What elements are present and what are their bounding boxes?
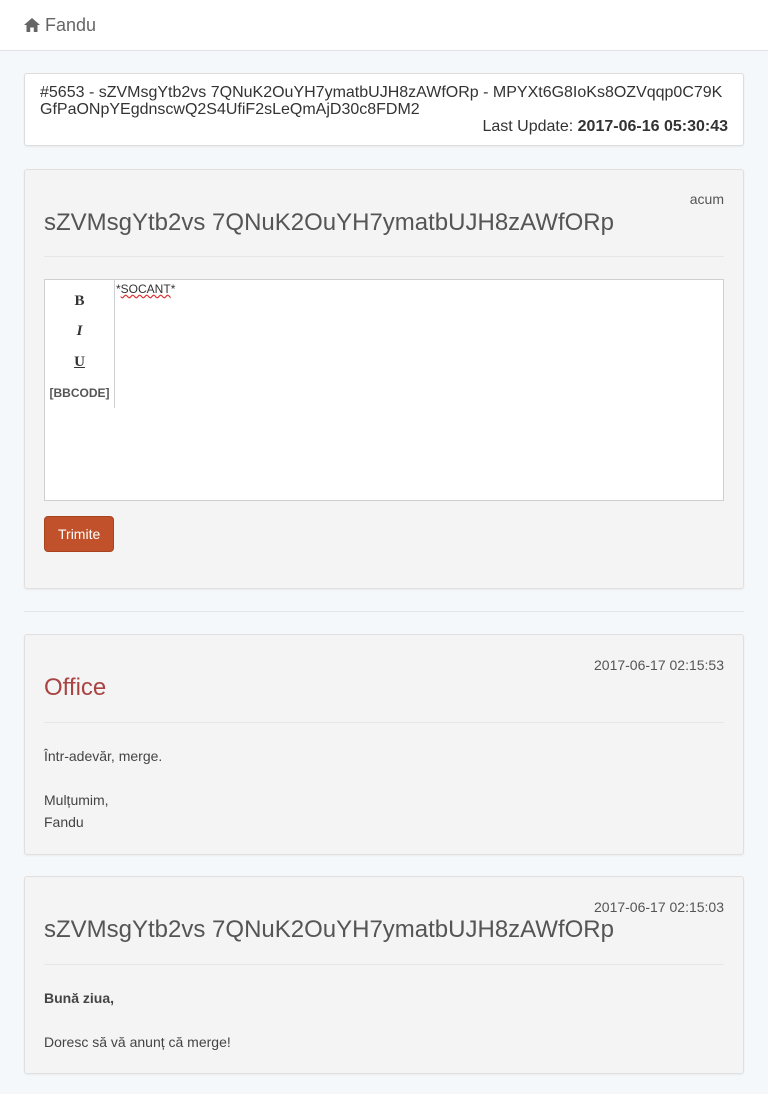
bbcode-button[interactable]: [BBCODE] (50, 378, 110, 409)
message-line: Mulțumim, (44, 792, 109, 808)
message-line: Doresc să vă anunț că merge! (44, 1034, 231, 1050)
brand-link[interactable]: Fandu (24, 15, 96, 36)
bold-button[interactable]: B (74, 286, 84, 317)
last-update-value: 2017-06-16 05:30:43 (577, 118, 728, 135)
message-card: 2017-06-17 02:15:53 Office Într-adevăr, … (24, 634, 744, 855)
message-line: Fandu (44, 814, 84, 830)
last-update-label: Last Update: (482, 118, 574, 135)
message-body: Bună ziua, Doresc să vă anunț că merge! (44, 987, 724, 1053)
divider (44, 256, 724, 257)
underline-button[interactable]: U (74, 347, 85, 378)
home-icon (24, 18, 40, 32)
ticket-header: #5653 - sZVMsgYtb2vs 7QNuK2OuYH7ymatbUJH… (24, 73, 744, 146)
content-suffix: * (170, 282, 176, 296)
ticket-subject: #5653 - sZVMsgYtb2vs 7QNuK2OuYH7ymatbUJH… (40, 84, 723, 118)
content-word: SOCANT (120, 282, 171, 296)
last-update: Last Update: 2017-06-16 05:30:43 (40, 118, 728, 135)
message-line: Într-adevăr, merge. (44, 748, 163, 764)
message-line: Bună ziua, (44, 990, 115, 1006)
message-timestamp: 2017-06-17 02:15:53 (594, 657, 724, 673)
reply-timestamp: acum (689, 191, 724, 207)
reply-editor: B I U [BBCODE] *SOCANT* (44, 279, 724, 501)
divider (44, 964, 724, 965)
navbar: Fandu (0, 0, 768, 51)
reply-textarea[interactable]: *SOCANT* (115, 280, 723, 500)
section-divider (24, 611, 744, 612)
reply-author: sZVMsgYtb2vs 7QNuK2OuYH7ymatbUJH8zAWfORp (44, 209, 614, 236)
brand-name: Fandu (45, 14, 97, 35)
reply-card: acum sZVMsgYtb2vs 7QNuK2OuYH7ymatbUJH8zA… (24, 169, 744, 589)
editor-toolbar: B I U [BBCODE] (45, 280, 115, 408)
italic-button[interactable]: I (77, 317, 83, 348)
message-body: Într-adevăr, merge. Mulțumim, Fandu (44, 745, 724, 833)
message-timestamp: 2017-06-17 02:15:03 (594, 899, 724, 915)
message-card: 2017-06-17 02:15:03 sZVMsgYtb2vs 7QNuK2O… (24, 876, 744, 1074)
divider (44, 722, 724, 723)
send-button[interactable]: Trimite (44, 516, 115, 552)
